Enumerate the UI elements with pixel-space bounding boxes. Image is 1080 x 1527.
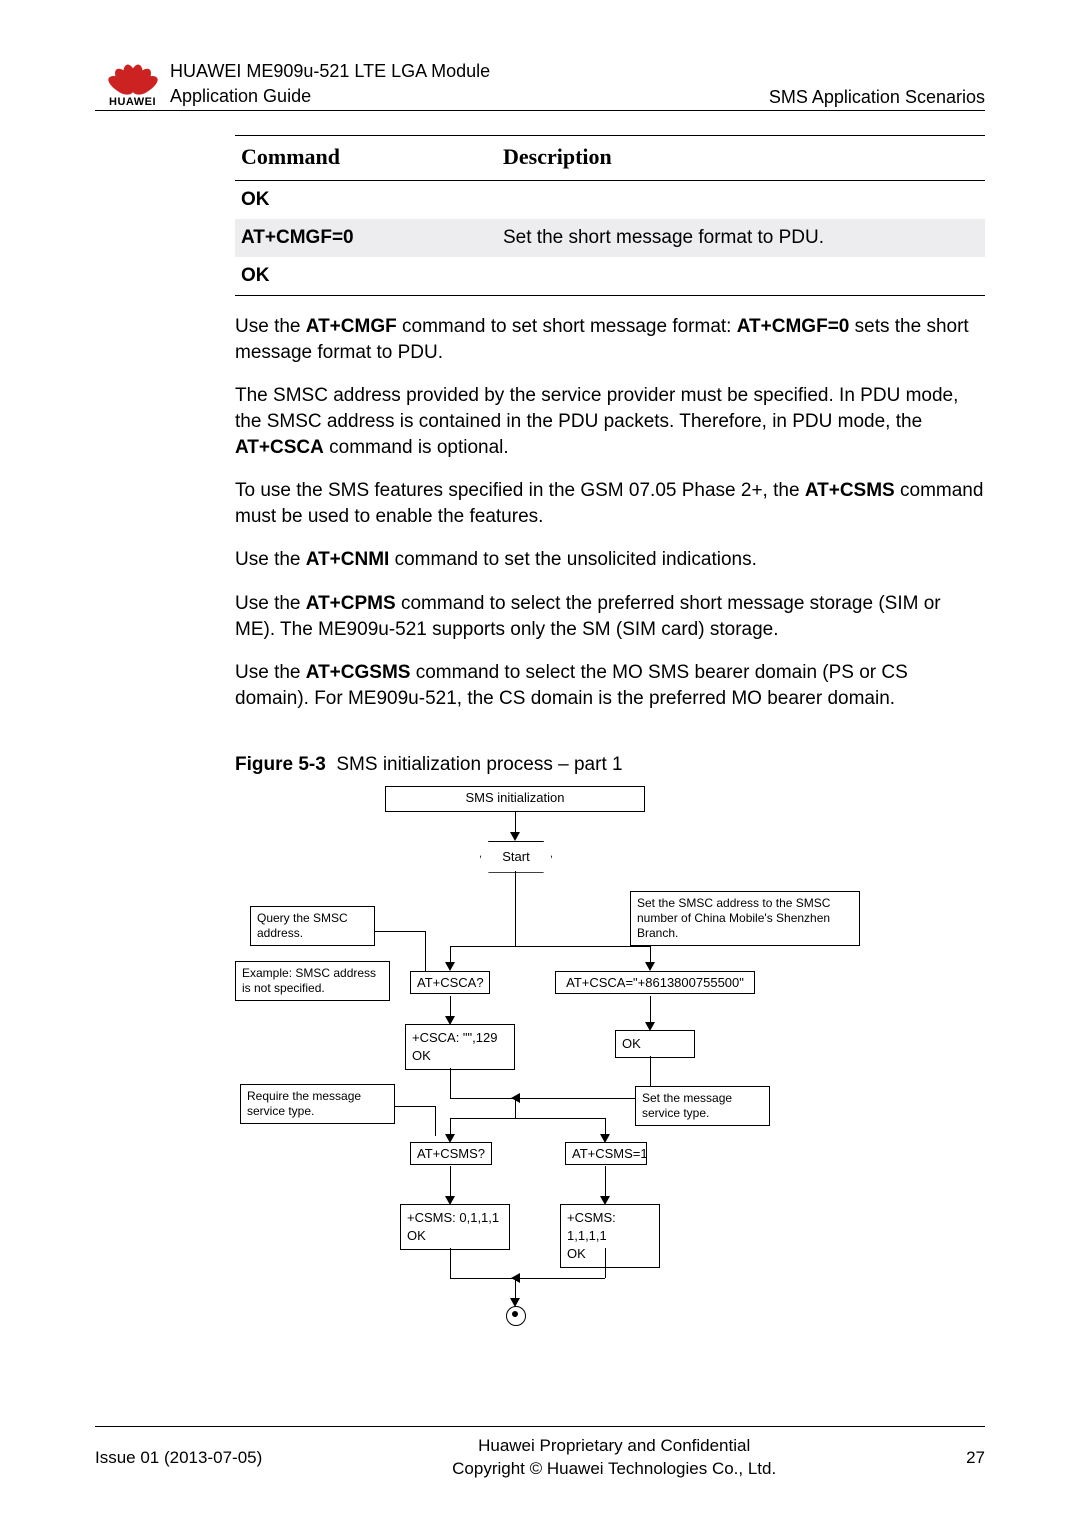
paragraph: Use the AT+CNMI command to set the unsol… [235, 547, 985, 573]
flow-note: Set the SMSC address to the SMSC number … [630, 891, 860, 946]
flow-response: +CSMS: 1,1,1,1 OK [560, 1204, 660, 1269]
table-row: OK [235, 181, 985, 220]
paragraph: The SMSC address provided by the service… [235, 383, 985, 460]
flow-cmd: AT+CSMS=1 [565, 1142, 647, 1165]
flow-note: Require the message service type. [240, 1084, 395, 1124]
page-header: HUAWEI HUAWEI ME909u-521 LTE LGA Module … [95, 50, 985, 111]
header-product: HUAWEI ME909u-521 LTE LGA Module [170, 59, 769, 83]
flow-response: OK [615, 1030, 695, 1058]
page-footer: Issue 01 (2013-07-05) Huawei Proprietary… [95, 1426, 985, 1481]
flow-start: Start [480, 841, 552, 873]
flow-diagram: SMS initialization Start Query the SMSC … [235, 786, 885, 1346]
figure-caption: Figure 5-3 SMS initialization process – … [235, 754, 985, 776]
flow-cmd: AT+CSMS? [410, 1142, 492, 1165]
brand-name: HUAWEI [95, 96, 170, 108]
footer-line1: Huawei Proprietary and Confidential [262, 1435, 966, 1458]
table-row: OK [235, 257, 985, 296]
flow-note: Set the message service type. [635, 1086, 770, 1126]
flow-cmd: AT+CSCA? [410, 971, 490, 994]
flow-response: +CSMS: 0,1,1,1 OK [400, 1204, 510, 1250]
header-doc: Application Guide [170, 84, 769, 108]
flow-response: +CSCA: "",129 OK [405, 1024, 515, 1070]
footer-line2: Copyright © Huawei Technologies Co., Ltd… [262, 1458, 966, 1481]
paragraph: To use the SMS features specified in the… [235, 478, 985, 529]
table-row: AT+CMGF=0 Set the short message format t… [235, 219, 985, 257]
paragraph: Use the AT+CMGF command to set short mes… [235, 314, 985, 365]
header-section: SMS Application Scenarios [769, 87, 985, 108]
paragraph: Use the AT+CGSMS command to select the M… [235, 660, 985, 711]
th-description: Description [497, 136, 985, 181]
command-table: Command Description OK AT+CMGF=0 Set the… [235, 135, 985, 296]
th-command: Command [235, 136, 497, 181]
paragraph: Use the AT+CPMS command to select the pr… [235, 591, 985, 642]
footer-page: 27 [966, 1448, 985, 1468]
footer-issue: Issue 01 (2013-07-05) [95, 1448, 262, 1468]
flow-cmd: AT+CSCA="+8613800755500" [555, 971, 755, 994]
flow-note: Query the SMSC address. [250, 906, 375, 946]
flow-note: Example: SMSC address is not specified. [235, 961, 390, 1001]
brand-logo: HUAWEI [95, 50, 170, 108]
flow-title: SMS initialization [385, 786, 645, 812]
